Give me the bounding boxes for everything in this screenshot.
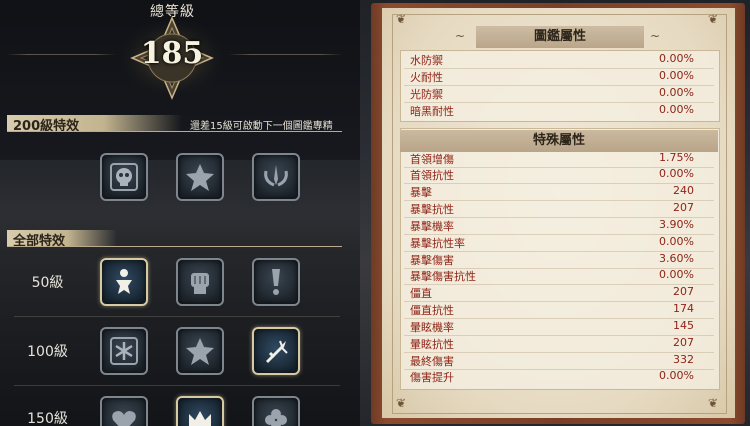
corner-ornament: ❦: [708, 12, 719, 26]
exclamation-blade-icon[interactable]: [252, 258, 300, 306]
divider-left: [6, 54, 116, 55]
divider-right: [228, 54, 343, 55]
all-effects-section-header: 全部特效: [7, 230, 117, 249]
corner-ornament: ❦: [396, 12, 407, 26]
stat-row: 暈眩抗性 207: [410, 336, 694, 351]
crown-icon[interactable]: [176, 396, 224, 426]
stat-row: 暴擊 240: [410, 184, 694, 199]
stat-row: 暴擊抗性 207: [410, 201, 694, 216]
stat-row: 首領抗性 0.00%: [410, 167, 694, 182]
sword-strike-icon[interactable]: [252, 327, 300, 375]
tier-label-150: 150級: [27, 411, 68, 426]
stat-row: 暈眩機率 145: [410, 319, 694, 334]
stat-row: 火耐性 0.00%: [410, 69, 694, 84]
corner-ornament: ❦: [396, 396, 407, 410]
tier200-section-header: 200級特效: [7, 115, 182, 134]
star-icon[interactable]: [176, 327, 224, 375]
stat-row: 光防禦 0.00%: [410, 86, 694, 101]
star-icon[interactable]: [176, 153, 224, 201]
skull-icon[interactable]: [100, 153, 148, 201]
codex-attributes-title: 圖鑑屬性: [476, 26, 644, 48]
special-attributes-title: 特殊屬性: [532, 133, 585, 148]
all-effects-underline: [7, 246, 342, 247]
title-flourish-left: ~: [455, 29, 466, 43]
stat-row: 最終傷害 332: [410, 353, 694, 368]
stat-row: 暴擊抗性率 0.00%: [410, 235, 694, 250]
total-level-value: 185: [140, 36, 204, 71]
stat-row: 暴擊傷害抗性 0.00%: [410, 268, 694, 283]
sword-wings-icon[interactable]: [252, 153, 300, 201]
stat-row: 暗黑耐性 0.00%: [410, 103, 694, 118]
corner-ornament: ❦: [708, 396, 719, 410]
next-mastery-hint: 還差15級可啟動下一個圖鑑專精: [190, 121, 333, 132]
stat-row: 水防禦 0.00%: [410, 52, 694, 67]
title-flourish-right: ~: [650, 29, 661, 43]
tier-label-50: 50級: [31, 275, 64, 291]
stat-row: 首領增傷 1.75%: [410, 151, 694, 166]
row-separator: [14, 316, 340, 317]
level-effects-panel: 總等級 185 200級特效 還差15級可啟動下一個圖鑑專精 全部特效 50級 …: [0, 0, 360, 426]
figure-icon[interactable]: [100, 258, 148, 306]
snowflake-icon[interactable]: [100, 327, 148, 375]
heart-icon[interactable]: [100, 396, 148, 426]
tier-label-100: 100級: [27, 344, 68, 360]
stat-row: 僵直 207: [410, 285, 694, 300]
flower-icon[interactable]: [252, 396, 300, 426]
stat-row: 傷害提升 0.00%: [410, 369, 694, 384]
row-separator: [14, 385, 340, 386]
stat-row: 僵直抗性 174: [410, 302, 694, 317]
fist-icon[interactable]: [176, 258, 224, 306]
stat-row: 暴擊傷害 3.60%: [410, 252, 694, 267]
stat-row: 暴擊機率 3.90%: [410, 218, 694, 233]
